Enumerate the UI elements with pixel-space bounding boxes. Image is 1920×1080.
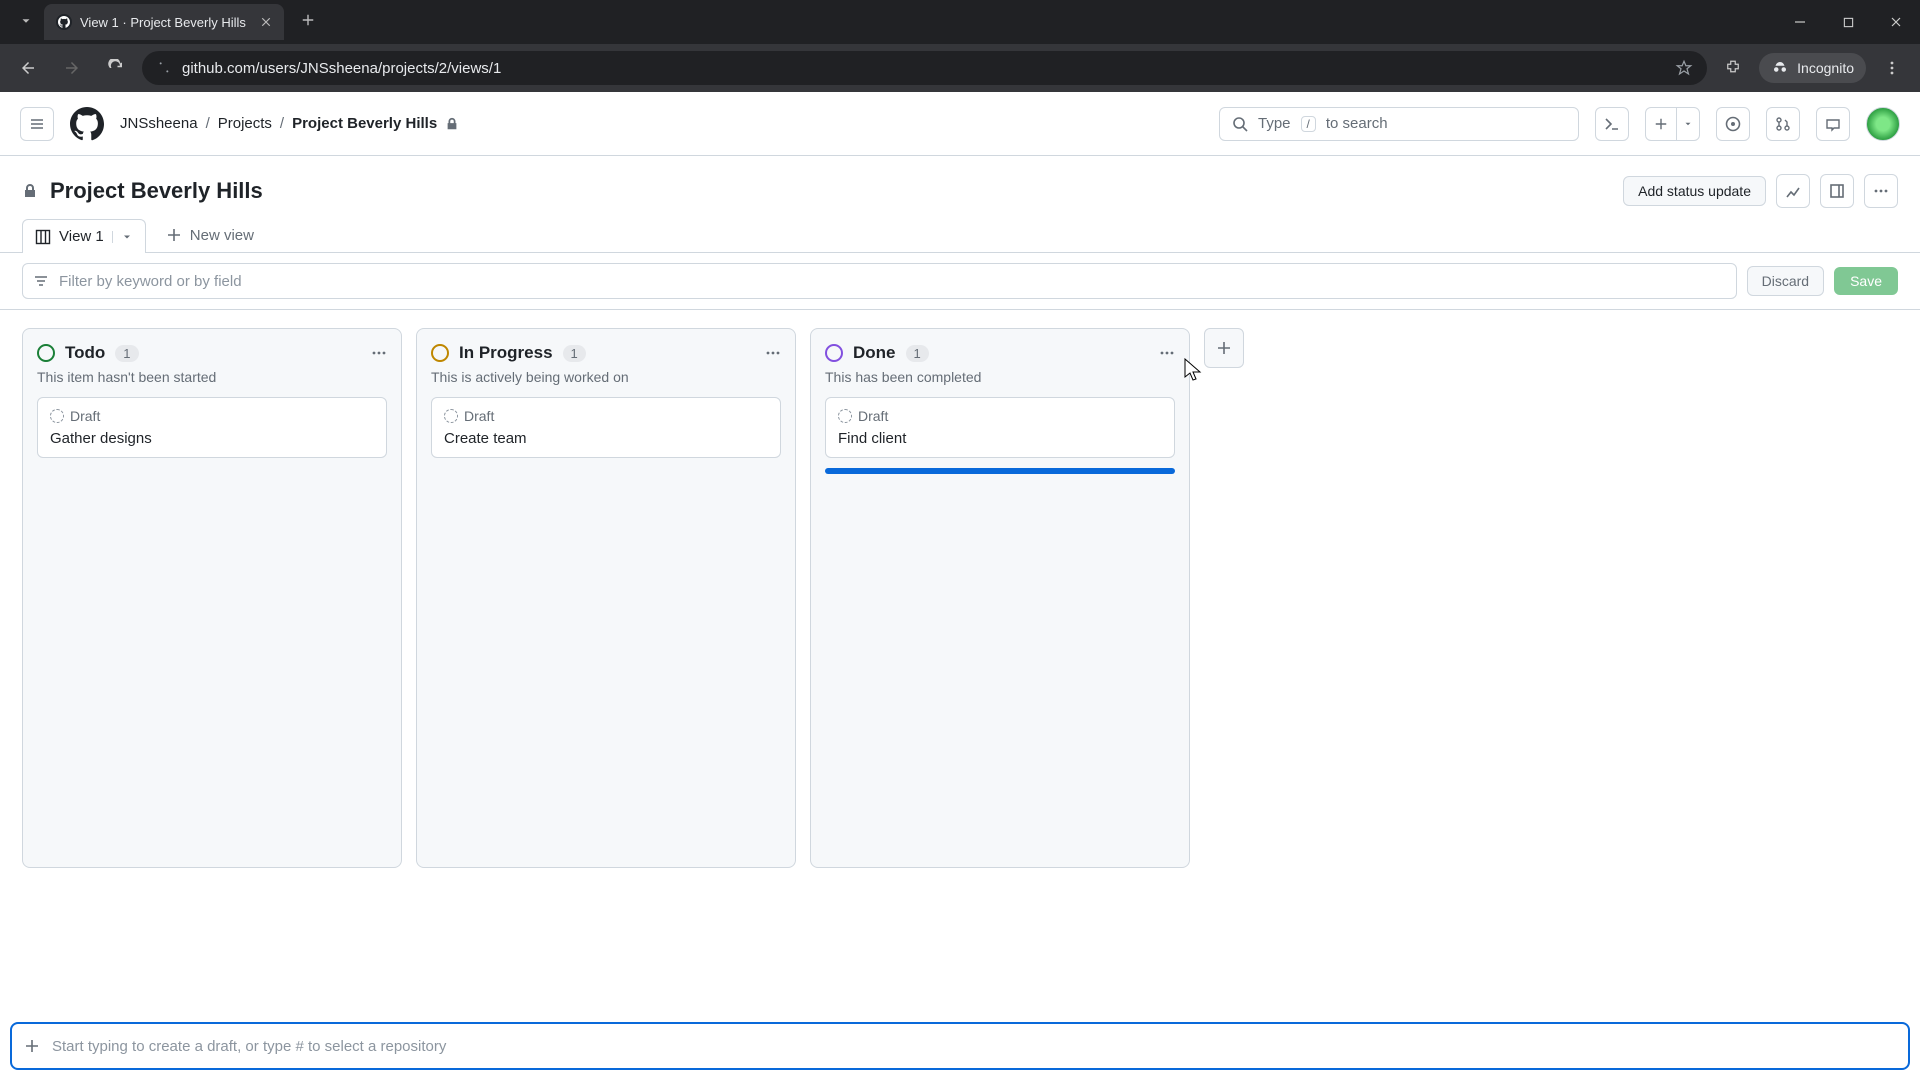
add-item-bar[interactable] [10,1022,1910,1070]
view-tab-label: View 1 [59,228,104,245]
draft-icon [50,409,64,423]
incognito-indicator[interactable]: Incognito [1759,53,1866,83]
user-avatar[interactable] [1866,107,1900,141]
card-badge: Draft [464,408,494,424]
column-title: Done [853,343,896,363]
drop-indicator [825,468,1175,474]
view-tab-menu[interactable] [112,231,133,243]
reload-button[interactable] [98,50,134,86]
create-new-menu[interactable] [1645,107,1700,141]
chrome-menu-button[interactable] [1874,50,1910,86]
pull-requests-button[interactable] [1766,107,1800,141]
incognito-label: Incognito [1797,60,1854,76]
site-info-icon[interactable] [156,60,172,76]
hamburger-menu-button[interactable] [20,107,54,141]
column-menu-button[interactable] [1159,345,1175,361]
column-description: This item hasn't been started [37,369,387,385]
browser-toolbar: github.com/users/JNSsheena/projects/2/vi… [0,44,1920,92]
kanban-board: Todo 1 This item hasn't been started Dra… [0,310,1920,886]
new-tab-button[interactable] [292,4,324,36]
card-title: Create team [444,430,768,447]
filter-icon [33,273,49,289]
issues-button[interactable] [1716,107,1750,141]
column-menu-button[interactable] [765,345,781,361]
bookmark-icon[interactable] [1675,59,1693,77]
column-todo: Todo 1 This item hasn't been started Dra… [22,328,402,868]
tab-title: View 1 · Project Beverly Hills [80,15,246,30]
insights-button[interactable] [1776,174,1810,208]
draft-icon [444,409,458,423]
extensions-icon[interactable] [1715,50,1751,86]
card[interactable]: Draft Create team [431,397,781,458]
card-badge: Draft [70,408,100,424]
page-title: Project Beverly Hills [50,178,263,204]
status-circle-icon [37,344,55,362]
column-count: 1 [906,345,929,362]
github-favicon [56,14,72,30]
new-view-button[interactable]: New view [152,219,268,252]
column-in-progress: In Progress 1 This is actively being wor… [416,328,796,868]
breadcrumb-current[interactable]: Project Beverly Hills [292,115,437,132]
lock-icon [22,183,38,199]
card-badge: Draft [858,408,888,424]
search-kbd: / [1301,116,1316,132]
column-count: 1 [115,345,138,362]
new-view-label: New view [190,227,254,244]
breadcrumb-user[interactable]: JNSsheena [120,115,198,132]
add-status-update-button[interactable]: Add status update [1623,176,1766,206]
address-bar[interactable]: github.com/users/JNSsheena/projects/2/vi… [142,51,1707,85]
tab-search-dropdown[interactable] [8,3,44,39]
plus-icon [24,1038,40,1054]
breadcrumb-projects[interactable]: Projects [218,115,272,132]
browser-tab-strip: View 1 · Project Beverly Hills [0,0,1920,44]
column-menu-button[interactable] [371,345,387,361]
lock-icon [445,117,459,131]
column-title: In Progress [459,343,553,363]
back-button[interactable] [10,50,46,86]
view-tab-current[interactable]: View 1 [22,219,146,253]
more-options-button[interactable] [1864,174,1898,208]
discard-button[interactable]: Discard [1747,266,1824,296]
column-done: Done 1 This has been completed Draft Fin… [810,328,1190,868]
column-description: This is actively being worked on [431,369,781,385]
window-close-button[interactable] [1872,0,1920,44]
card[interactable]: Draft Gather designs [37,397,387,458]
column-description: This has been completed [825,369,1175,385]
command-palette-button[interactable] [1595,107,1629,141]
add-column-button[interactable] [1204,328,1244,368]
notifications-button[interactable] [1816,107,1850,141]
github-header: JNSsheena / Projects / Project Beverly H… [0,92,1920,156]
github-logo[interactable] [70,107,104,141]
filter-input-wrapper[interactable] [22,263,1737,299]
breadcrumb-sep: / [206,115,210,132]
views-tabs: View 1 New view [0,218,1920,253]
status-circle-icon [825,344,843,362]
search-text-before: Type [1258,115,1291,132]
close-tab-icon[interactable] [260,16,272,28]
search-icon [1232,116,1248,132]
project-title-row: Project Beverly Hills Add status update [0,156,1920,218]
add-item-input[interactable] [52,1038,1896,1055]
card-title: Gather designs [50,430,374,447]
save-button[interactable]: Save [1834,267,1898,295]
filter-input[interactable] [59,273,1726,290]
breadcrumb-sep: / [280,115,284,132]
window-maximize-button[interactable] [1824,0,1872,44]
status-circle-icon [431,344,449,362]
breadcrumb: JNSsheena / Projects / Project Beverly H… [120,115,459,132]
column-title: Todo [65,343,105,363]
filter-row: Discard Save [0,253,1920,310]
project-details-button[interactable] [1820,174,1854,208]
card[interactable]: Draft Find client [825,397,1175,458]
forward-button [54,50,90,86]
search-button[interactable]: Type / to search [1219,107,1579,141]
browser-tab[interactable]: View 1 · Project Beverly Hills [44,4,284,40]
card-title: Find client [838,430,1162,447]
url-text: github.com/users/JNSsheena/projects/2/vi… [182,60,501,77]
window-minimize-button[interactable] [1776,0,1824,44]
search-text-after: to search [1326,115,1388,132]
column-count: 1 [563,345,586,362]
board-icon [35,229,51,245]
draft-icon [838,409,852,423]
